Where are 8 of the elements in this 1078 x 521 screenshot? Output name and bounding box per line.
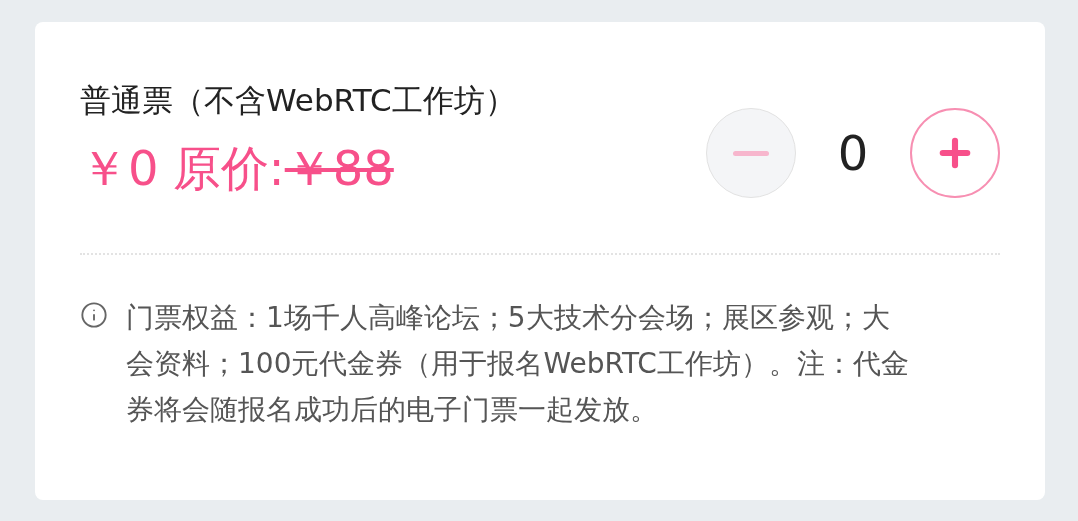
ticket-title: 普通票（不含WebRTC工作坊） bbox=[80, 81, 516, 120]
minus-icon bbox=[733, 150, 769, 156]
ticket-price: ￥0 bbox=[80, 139, 159, 198]
quantity-count: 0 bbox=[836, 124, 870, 183]
ticket-benefits-text: 门票权益：1场千人高峰论坛；5大技术分会场；展区参观；大会资料；100元代金券（用于报名WebRTC工作坊）。注：代金券将会随报名成功后的电子门票一起发放。 bbox=[126, 300, 910, 428]
info-icon bbox=[80, 301, 108, 329]
original-price-label: 原价: bbox=[172, 139, 285, 198]
original-price: ￥88 bbox=[284, 139, 394, 198]
